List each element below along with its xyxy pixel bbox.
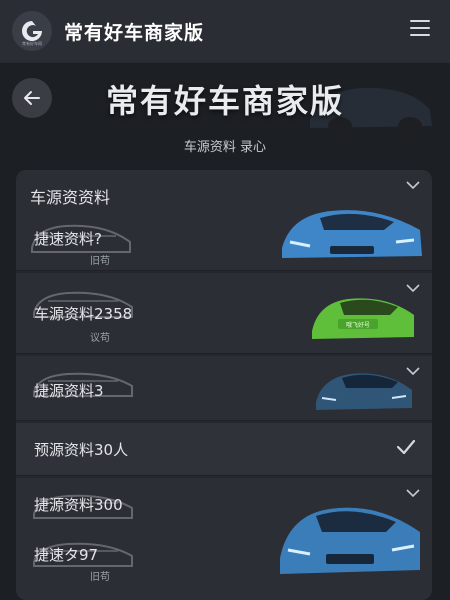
card-title: 车源资资料 — [30, 188, 111, 207]
card-sub-label: 旧苟 — [90, 256, 110, 267]
card-sub-label: 旧苟 — [90, 572, 110, 583]
green-car-image: 哦飞好号 — [312, 298, 414, 339]
card-label-secondary: 捷速タ97 — [34, 546, 99, 564]
card-label: 预源资料30人 — [34, 441, 129, 459]
card-label: 捷源资料300 — [34, 496, 123, 514]
list-item[interactable]: 车源资料2358 议苟 哦飞好号 — [16, 273, 432, 354]
list-item[interactable]: 捷源资料3 — [16, 356, 432, 421]
app-logo[interactable]: 常有好车网 — [12, 11, 52, 51]
chevron-down-icon[interactable] — [406, 283, 420, 293]
list-item[interactable]: 捷源资料300 捷速タ97 旧苟 — [16, 478, 432, 600]
app-title: 常有好车商家版 — [64, 22, 205, 44]
dark-blue-car-image — [316, 373, 412, 410]
page-subtitle: 车源资料 录心 — [183, 140, 267, 155]
list-item[interactable]: 车源资资料 捷速资料? 旧苟 — [16, 170, 432, 271]
logo-text: 常有好车网 — [22, 41, 42, 46]
card-label: 捷源资料3 — [34, 382, 104, 400]
card-sub-label: 议苟 — [90, 333, 110, 344]
check-icon — [396, 439, 416, 455]
chevron-down-icon[interactable] — [406, 366, 420, 376]
chevron-down-icon[interactable] — [406, 488, 420, 498]
card-label: 捷速资料? — [34, 230, 102, 248]
hamburger-menu-icon[interactable] — [410, 20, 430, 36]
chevron-down-icon[interactable] — [406, 180, 420, 190]
blue-car-image — [282, 210, 422, 258]
vehicle-list: 车源资资料 捷速资料? 旧苟 车源资料2358 议苟 哦飞好号 捷源资料3 预源… — [16, 170, 432, 600]
blue-car-image — [280, 507, 420, 574]
card-label: 车源资料2358 — [34, 305, 133, 323]
list-item[interactable]: 预源资料30人 — [16, 423, 432, 476]
car-badge-text: 哦飞好号 — [346, 321, 370, 329]
page-title: 常有好车商家版 — [105, 82, 344, 120]
top-bar: 常有好车网 常有好车商家版 — [0, 0, 450, 62]
